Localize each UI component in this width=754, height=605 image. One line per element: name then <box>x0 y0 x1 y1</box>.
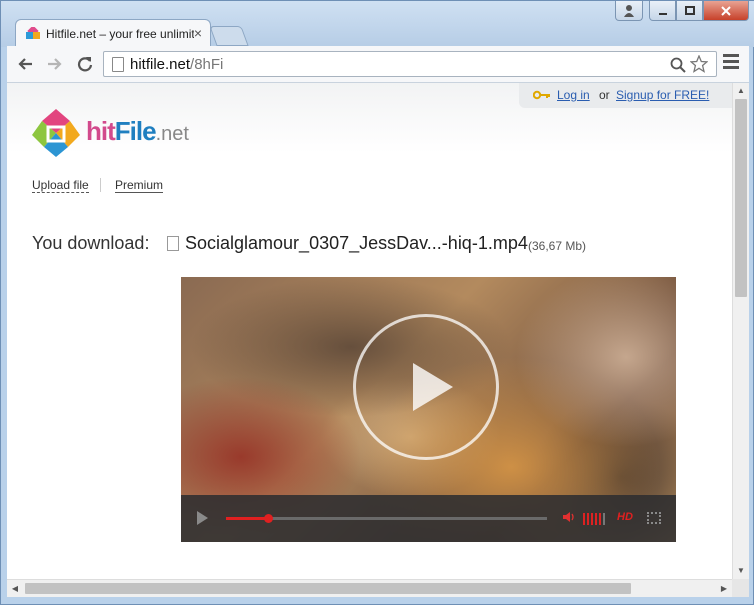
scroll-right-icon[interactable]: ▶ <box>716 580 732 597</box>
close-window-button[interactable] <box>703 1 749 21</box>
volume-bar[interactable] <box>587 513 589 525</box>
star-icon[interactable] <box>690 55 708 73</box>
site-nav: Upload file Premium <box>32 178 164 193</box>
progress-knob[interactable] <box>263 514 273 523</box>
user-icon <box>624 5 634 17</box>
volume-bar[interactable] <box>595 513 597 525</box>
tab-close-icon[interactable]: × <box>194 25 202 41</box>
file-size: (36,67 Mb) <box>528 239 587 253</box>
player-controls: HD <box>181 495 676 542</box>
back-button[interactable] <box>13 52 37 76</box>
progress-track[interactable] <box>226 514 547 523</box>
title-bar: Hitfile.net – your free unlimited × <box>1 1 754 47</box>
horizontal-scroll-thumb[interactable] <box>25 583 631 594</box>
tab-title: Hitfile.net – your free unlimited <box>46 27 194 41</box>
play-button[interactable] <box>197 511 208 525</box>
back-arrow-icon <box>18 58 32 70</box>
premium-link[interactable]: Premium <box>115 178 164 193</box>
scroll-down-icon[interactable]: ▼ <box>733 563 749 579</box>
logo-text[interactable]: hitFile.net <box>86 116 189 147</box>
forward-arrow-icon <box>48 58 62 70</box>
hd-toggle[interactable]: HD <box>617 511 633 523</box>
nav-divider <box>100 178 101 192</box>
hitfile-logo-icon[interactable] <box>30 107 82 159</box>
volume-bar[interactable] <box>591 513 593 525</box>
volume-bar[interactable] <box>603 513 605 525</box>
new-tab-button[interactable] <box>209 26 249 46</box>
hitfile-favicon-icon <box>26 27 40 39</box>
upload-file-link[interactable]: Upload file <box>32 178 89 193</box>
vertical-scrollbar[interactable]: ▲ ▼ <box>732 83 749 579</box>
scroll-left-icon[interactable]: ◀ <box>7 580 23 597</box>
close-icon <box>721 6 731 16</box>
browser-tab[interactable]: Hitfile.net – your free unlimited × <box>15 19 211 47</box>
auth-bar: Log in or Signup for FREE! <box>519 83 732 108</box>
maximize-button[interactable] <box>676 1 703 21</box>
signup-link[interactable]: Signup for FREE! <box>616 88 709 102</box>
maximize-icon <box>684 6 695 15</box>
vertical-scroll-thumb[interactable] <box>735 99 747 297</box>
volume-bars[interactable] <box>583 512 607 530</box>
scroll-up-icon[interactable]: ▲ <box>733 83 749 99</box>
key-icon <box>533 90 550 100</box>
browser-toolbar: hitfile.net/8hFi <box>7 46 749 83</box>
page-viewport: Log in or Signup for FREE! hitFile.net U… <box>7 83 732 579</box>
menu-icon[interactable] <box>723 54 739 72</box>
volume-bar[interactable] <box>583 513 585 525</box>
reload-button[interactable] <box>73 52 97 76</box>
play-icon <box>413 363 453 411</box>
file-name: Socialglamour_0307_JessDav...-hiq-1.mp4 <box>185 233 528 253</box>
page-icon <box>112 57 124 72</box>
user-profile-button[interactable] <box>615 1 643 21</box>
volume-bar[interactable] <box>599 513 601 525</box>
search-icon[interactable] <box>670 57 686 73</box>
download-label: You download: <box>32 233 150 253</box>
address-bar[interactable]: hitfile.net/8hFi <box>103 51 717 77</box>
browser-window: Hitfile.net – your free unlimited × hitf… <box>0 0 754 605</box>
volume-icon[interactable] <box>562 510 576 524</box>
minimize-icon <box>658 13 667 15</box>
big-play-button[interactable] <box>353 314 499 460</box>
file-icon <box>167 236 179 251</box>
url-text[interactable]: hitfile.net/8hFi <box>130 56 223 73</box>
login-link[interactable]: Log in <box>557 88 590 102</box>
or-text: or <box>599 88 610 102</box>
forward-button[interactable] <box>43 52 67 76</box>
progress-fill <box>226 517 268 520</box>
video-player[interactable]: HD <box>181 277 676 542</box>
minimize-button[interactable] <box>649 1 676 21</box>
fullscreen-icon[interactable] <box>647 512 661 524</box>
reload-icon <box>77 57 93 72</box>
horizontal-scrollbar[interactable]: ◀ ▶ <box>7 579 732 597</box>
